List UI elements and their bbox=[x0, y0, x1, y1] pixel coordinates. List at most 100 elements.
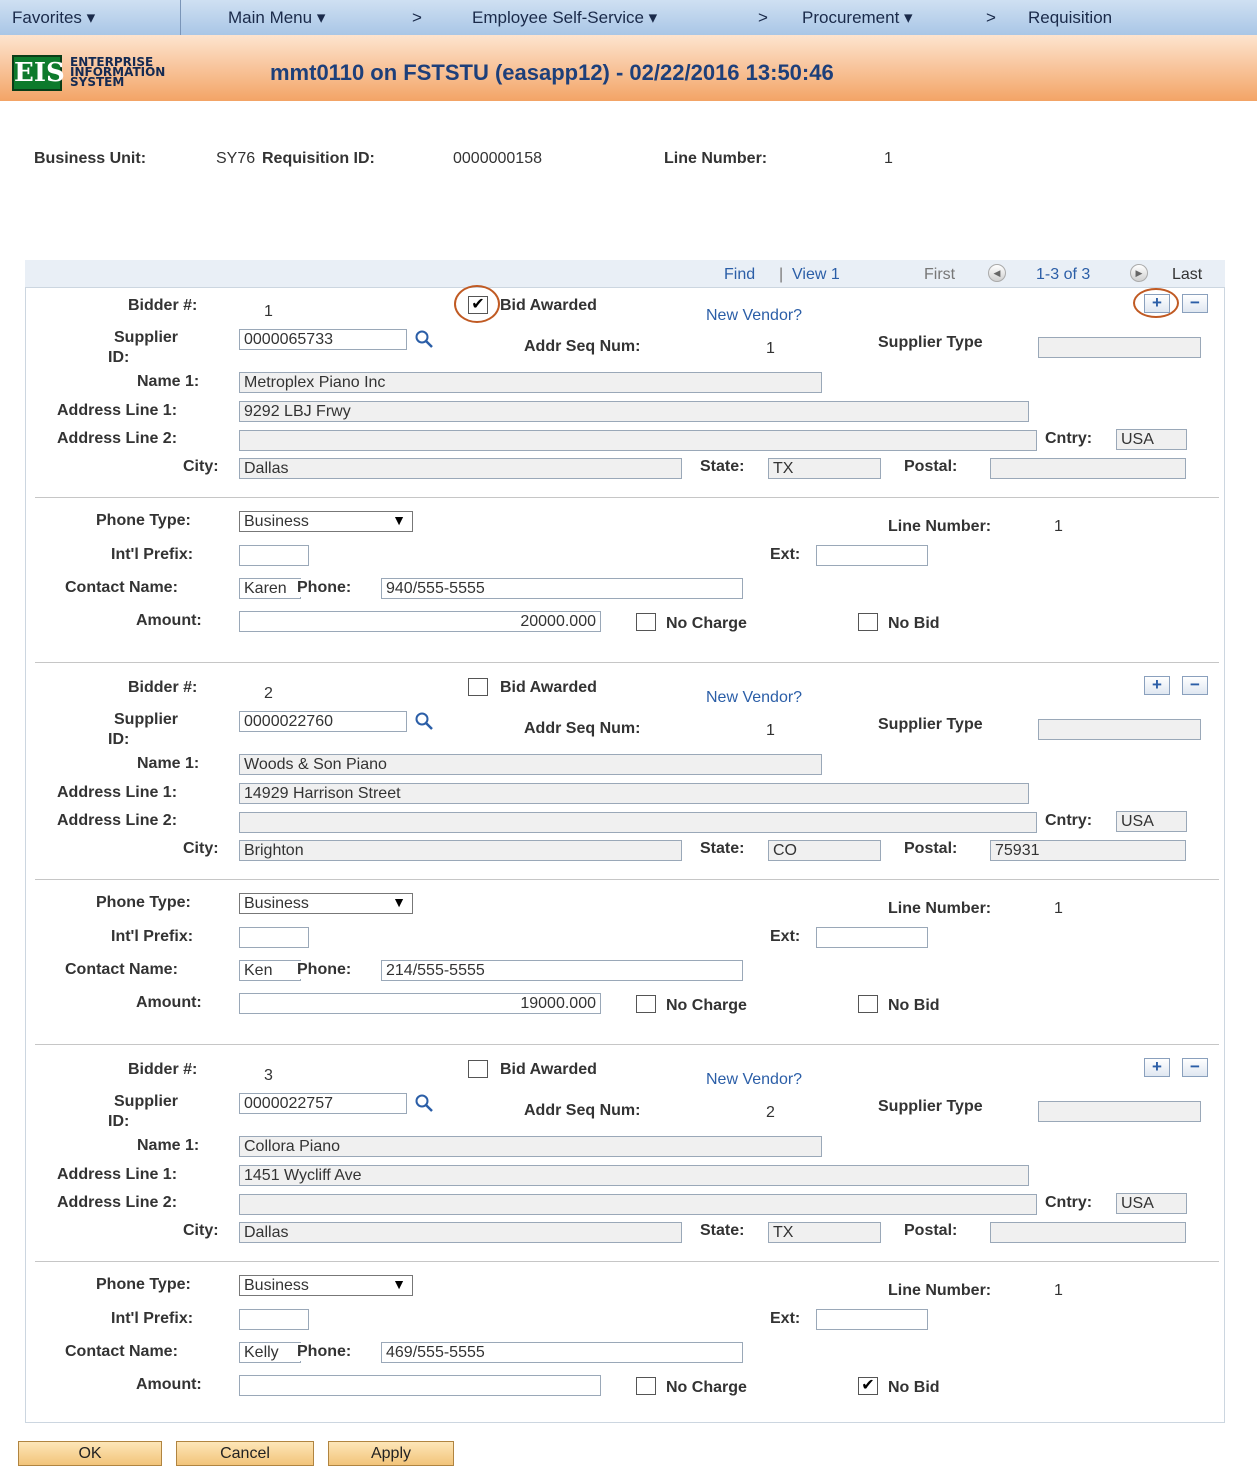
postal-label: Postal: bbox=[904, 458, 958, 475]
intl-prefix-input[interactable] bbox=[239, 545, 309, 566]
supplier-id-label: Supplier bbox=[114, 329, 179, 346]
address-line1-label: Address Line 1: bbox=[57, 784, 178, 801]
no-charge-checkbox[interactable] bbox=[636, 995, 656, 1013]
nav-procurement[interactable]: Procurement ▾ bbox=[802, 8, 913, 28]
new-vendor-link[interactable]: New Vendor? bbox=[706, 689, 802, 707]
phone-input[interactable]: 214/555-5555 bbox=[381, 960, 743, 981]
postal-label: Postal: bbox=[904, 1222, 958, 1239]
delete-row-button[interactable]: − bbox=[1182, 294, 1208, 313]
next-arrow-icon[interactable]: ▶ bbox=[1130, 264, 1148, 282]
state-label: State: bbox=[700, 1222, 745, 1239]
magnifier-icon[interactable] bbox=[413, 329, 435, 351]
add-row-button[interactable]: + bbox=[1144, 1058, 1170, 1077]
supplier-id-label-2: ID: bbox=[108, 1113, 130, 1130]
grid-divider: | bbox=[779, 266, 784, 283]
row-divider bbox=[35, 662, 1219, 663]
intl-prefix-input[interactable] bbox=[239, 1309, 309, 1330]
bid-awarded-checkbox[interactable] bbox=[468, 1060, 488, 1078]
supplier-id-input[interactable]: 0000022760 bbox=[239, 711, 407, 732]
supplier-type-label: Supplier Type bbox=[878, 716, 983, 733]
phone-type-select[interactable]: Business ▼ bbox=[239, 893, 413, 914]
nav-favorites[interactable]: Favorites ▾ bbox=[12, 8, 95, 28]
ext-input[interactable] bbox=[816, 545, 928, 566]
country-input: USA bbox=[1116, 811, 1187, 832]
nav-employee-self-service[interactable]: Employee Self-Service ▾ bbox=[472, 8, 657, 28]
no-bid-checkbox[interactable] bbox=[858, 613, 878, 631]
logo-text: ENTERPRISE INFORMATION SYSTEM bbox=[70, 56, 165, 88]
contact-name-input[interactable]: Karen bbox=[239, 578, 301, 599]
view-all-link[interactable]: View 1 bbox=[792, 266, 840, 284]
first-label: First bbox=[924, 266, 956, 283]
chevron-down-icon: ▼ bbox=[392, 894, 406, 910]
cancel-button[interactable]: Cancel bbox=[176, 1441, 314, 1466]
new-vendor-link[interactable]: New Vendor? bbox=[706, 307, 802, 325]
city-label: City: bbox=[183, 840, 219, 857]
supplier-id-label-2: ID: bbox=[108, 731, 130, 748]
intl-prefix-input[interactable] bbox=[239, 927, 309, 948]
prev-arrow-icon[interactable]: ◀ bbox=[988, 264, 1006, 282]
ok-button[interactable]: OK bbox=[18, 1441, 162, 1466]
highlight-circle bbox=[1133, 288, 1179, 318]
bidder-label: Bidder #: bbox=[128, 679, 198, 696]
contact-name-input[interactable]: Ken bbox=[239, 960, 301, 981]
no-bid-checkbox[interactable]: ✔ bbox=[858, 1377, 878, 1395]
country-input: USA bbox=[1116, 429, 1187, 450]
address-line1-input: 1451 Wycliff Ave bbox=[239, 1165, 1029, 1186]
magnifier-icon[interactable] bbox=[413, 1093, 435, 1115]
new-vendor-link[interactable]: New Vendor? bbox=[706, 1071, 802, 1089]
postal-input: 75931 bbox=[990, 840, 1186, 861]
phone-input[interactable]: 940/555-5555 bbox=[381, 578, 743, 599]
phone-type-label: Phone Type: bbox=[96, 894, 191, 911]
delete-row-button[interactable]: − bbox=[1182, 1058, 1208, 1077]
bidder-label: Bidder #: bbox=[128, 1061, 198, 1078]
supplier-id-input[interactable]: 0000022757 bbox=[239, 1093, 407, 1114]
ext-input[interactable] bbox=[816, 1309, 928, 1330]
address-line2-input bbox=[239, 1194, 1037, 1215]
section-divider bbox=[35, 1261, 1219, 1262]
address-line2-label: Address Line 2: bbox=[57, 1194, 178, 1211]
business-unit-label: Business Unit: bbox=[34, 150, 147, 167]
addr-seq-label: Addr Seq Num: bbox=[524, 720, 641, 737]
country-label: Cntry: bbox=[1045, 812, 1093, 829]
no-bid-label: No Bid bbox=[888, 615, 940, 632]
city-input: Brighton bbox=[239, 840, 682, 861]
supplier-id-input[interactable]: 0000065733 bbox=[239, 329, 407, 350]
name1-input: Metroplex Piano Inc bbox=[239, 372, 822, 393]
address-line1-input: 14929 Harrison Street bbox=[239, 783, 1029, 804]
bidder-label: Bidder #: bbox=[128, 297, 198, 314]
eis-logo: EIS bbox=[12, 55, 65, 91]
country-label: Cntry: bbox=[1045, 1194, 1093, 1211]
nav-requisition[interactable]: Requisition bbox=[1028, 8, 1112, 28]
phone-label: Phone: bbox=[297, 579, 352, 597]
bid-awarded-checkbox[interactable] bbox=[468, 678, 488, 696]
amount-input[interactable]: 20000.000 bbox=[239, 611, 601, 632]
phone-label: Phone: bbox=[297, 961, 352, 979]
page: Favorites ▾ Main Menu ▾ > Employee Self-… bbox=[0, 0, 1257, 1475]
find-link[interactable]: Find bbox=[724, 266, 755, 284]
amount-input[interactable]: 19000.000 bbox=[239, 993, 601, 1014]
state-input: CO bbox=[768, 840, 881, 861]
no-charge-checkbox[interactable] bbox=[636, 613, 656, 631]
apply-button[interactable]: Apply bbox=[328, 1441, 454, 1466]
contact-name-input[interactable]: Kelly bbox=[239, 1342, 301, 1363]
ext-input[interactable] bbox=[816, 927, 928, 948]
amount-input[interactable] bbox=[239, 1375, 601, 1396]
postal-input bbox=[990, 1222, 1186, 1243]
magnifier-icon[interactable] bbox=[413, 711, 435, 733]
no-bid-checkbox[interactable] bbox=[858, 995, 878, 1013]
no-charge-checkbox[interactable] bbox=[636, 1377, 656, 1395]
phone-input[interactable]: 469/555-5555 bbox=[381, 1342, 743, 1363]
address-line1-label: Address Line 1: bbox=[57, 1166, 178, 1183]
add-row-button[interactable]: + bbox=[1144, 676, 1170, 695]
delete-row-button[interactable]: − bbox=[1182, 676, 1208, 695]
phone-type-select[interactable]: Business ▼ bbox=[239, 511, 413, 532]
phone-label: Phone: bbox=[297, 1343, 352, 1361]
no-charge-label: No Charge bbox=[666, 615, 747, 632]
addr-seq-value: 2 bbox=[766, 1104, 775, 1121]
name1-label: Name 1: bbox=[137, 1137, 200, 1154]
line-number-label: Line Number: bbox=[888, 900, 992, 917]
phone-type-value: Business bbox=[244, 513, 309, 530]
line-number-label: Line Number: bbox=[888, 1282, 992, 1299]
nav-main-menu[interactable]: Main Menu ▾ bbox=[228, 8, 325, 28]
phone-type-select[interactable]: Business ▼ bbox=[239, 1275, 413, 1296]
